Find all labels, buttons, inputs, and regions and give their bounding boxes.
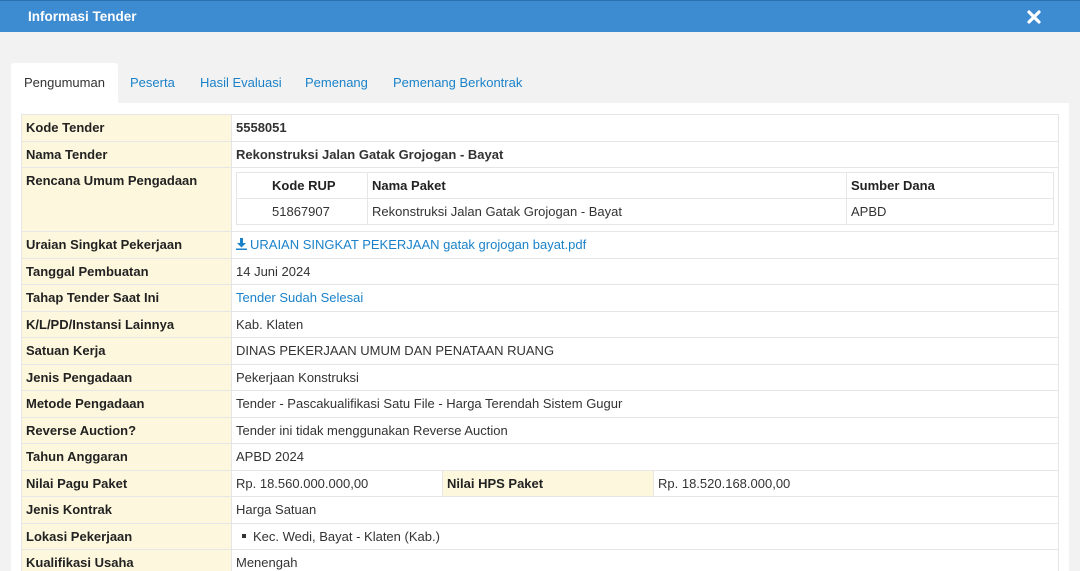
label-kontrak: Jenis Kontrak [21, 496, 232, 524]
rup-sumber: APBD [846, 198, 1054, 225]
tender-info-table: Kode Tender 5558051 Nama Tender Rekonstr… [21, 114, 1059, 571]
label-tahun: Tahun Anggaran [21, 443, 232, 471]
tab-pemenang[interactable]: Pemenang [305, 63, 368, 103]
uraian-download-link[interactable]: URAIAN SINGKAT PEKERJAAN gatak grojogan … [236, 237, 586, 252]
label-uraian: Uraian Singkat Pekerjaan [21, 231, 232, 259]
row-klpd: K/L/PD/Instansi Lainnya Kab. Klaten [21, 311, 1059, 338]
tab-hasil-evaluasi[interactable]: Hasil Evaluasi [200, 63, 282, 103]
table-row: 51867907 Rekonstruksi Jalan Gatak Grojog… [236, 198, 1054, 225]
uraian-link-text: URAIAN SINGKAT PEKERJAAN gatak grojogan … [250, 237, 587, 252]
value-kualifikasi: Menengah [231, 549, 1059, 571]
row-metode: Metode Pengadaan Tender - Pascakualifika… [21, 390, 1059, 418]
label-metode: Metode Pengadaan [21, 390, 232, 418]
tab-pemenang-berkontrak[interactable]: Pemenang Berkontrak [393, 63, 522, 103]
row-lokasi: Lokasi Pekerjaan Kec. Wedi, Bayat - Klat… [21, 523, 1059, 550]
tab-panel-pengumuman: Kode Tender 5558051 Nama Tender Rekonstr… [11, 103, 1069, 571]
label-rup: Rencana Umum Pengadaan [21, 167, 232, 232]
label-satker: Satuan Kerja [21, 337, 232, 365]
rup-header-kode: Kode RUP [236, 172, 368, 199]
value-jenis-pengadaan: Pekerjaan Konstruksi [231, 364, 1059, 391]
label-kualifikasi: Kualifikasi Usaha [21, 549, 232, 571]
label-reverse: Reverse Auction? [21, 417, 232, 444]
tahap-cell: Tender Sudah Selesai [231, 284, 1059, 312]
label-tahap: Tahap Tender Saat Ini [21, 284, 232, 312]
uraian-cell: URAIAN SINGKAT PEKERJAAN gatak grojogan … [231, 231, 1059, 259]
row-reverse: Reverse Auction? Tender ini tidak menggu… [21, 417, 1059, 444]
close-icon[interactable] [1026, 9, 1042, 25]
row-tanggal: Tanggal Pembuatan 14 Juni 2024 [21, 258, 1059, 285]
download-icon [236, 238, 247, 250]
lokasi-cell: Kec. Wedi, Bayat - Klaten (Kab.) [231, 523, 1059, 550]
row-kualifikasi: Kualifikasi Usaha Menengah [21, 549, 1059, 571]
label-kode-tender: Kode Tender [21, 114, 232, 142]
value-nama-tender: Rekonstruksi Jalan Gatak Grojogan - Baya… [231, 141, 1059, 168]
row-tahap: Tahap Tender Saat Ini Tender Sudah Seles… [21, 284, 1059, 312]
row-satker: Satuan Kerja DINAS PEKERJAAN UMUM DAN PE… [21, 337, 1059, 365]
value-pagu: Rp. 18.560.000.000,00 [231, 470, 443, 497]
label-pagu: Nilai Pagu Paket [21, 470, 232, 497]
row-nilai: Nilai Pagu Paket Rp. 18.560.000.000,00 N… [21, 470, 1059, 497]
rup-cell: Kode RUP Nama Paket Sumber Dana 51867907… [231, 167, 1059, 232]
value-kontrak: Harga Satuan [231, 496, 1059, 524]
row-uraian: Uraian Singkat Pekerjaan URAIAN SINGKAT … [21, 231, 1059, 259]
label-tanggal: Tanggal Pembuatan [21, 258, 232, 285]
value-tanggal: 14 Juni 2024 [231, 258, 1059, 285]
rup-header-sumber: Sumber Dana [846, 172, 1054, 199]
value-kode-tender: 5558051 [231, 114, 1059, 142]
rup-header-row: Kode RUP Nama Paket Sumber Dana [236, 172, 1054, 199]
modal-title: Informasi Tender [28, 9, 137, 24]
value-hps: Rp. 18.520.168.000,00 [653, 470, 1059, 497]
rup-table: Kode RUP Nama Paket Sumber Dana 51867907… [236, 172, 1054, 225]
rup-kode: 51867907 [236, 198, 368, 225]
row-kontrak: Jenis Kontrak Harga Satuan [21, 496, 1059, 524]
value-lokasi: Kec. Wedi, Bayat - Klaten (Kab.) [253, 529, 440, 544]
row-rup: Rencana Umum Pengadaan Kode RUP Nama Pak… [21, 167, 1059, 232]
label-hps: Nilai HPS Paket [442, 470, 654, 497]
value-metode: Tender - Pascakualifikasi Satu File - Ha… [231, 390, 1059, 418]
tab-pengumuman[interactable]: Pengumuman [11, 63, 118, 103]
value-reverse: Tender ini tidak menggunakan Reverse Auc… [231, 417, 1059, 444]
row-tahun: Tahun Anggaran APBD 2024 [21, 443, 1059, 471]
row-kode-tender: Kode Tender 5558051 [21, 114, 1059, 142]
bullet-icon [242, 534, 246, 538]
tab-peserta[interactable]: Peserta [130, 63, 175, 103]
tab-bar: Pengumuman Peserta Hasil Evaluasi Pemena… [11, 63, 1071, 103]
value-klpd: Kab. Klaten [231, 311, 1059, 338]
label-jenis-pengadaan: Jenis Pengadaan [21, 364, 232, 391]
rup-header-nama: Nama Paket [367, 172, 847, 199]
label-klpd: K/L/PD/Instansi Lainnya [21, 311, 232, 338]
tahap-link[interactable]: Tender Sudah Selesai [236, 290, 363, 305]
row-nama-tender: Nama Tender Rekonstruksi Jalan Gatak Gro… [21, 141, 1059, 168]
label-nama-tender: Nama Tender [21, 141, 232, 168]
rup-nama: Rekonstruksi Jalan Gatak Grojogan - Baya… [367, 198, 847, 225]
modal-header: Informasi Tender [0, 0, 1080, 32]
row-jenis-pengadaan: Jenis Pengadaan Pekerjaan Konstruksi [21, 364, 1059, 391]
label-lokasi: Lokasi Pekerjaan [21, 523, 232, 550]
value-tahun: APBD 2024 [231, 443, 1059, 471]
value-satker: DINAS PEKERJAAN UMUM DAN PENATAAN RUANG [231, 337, 1059, 365]
